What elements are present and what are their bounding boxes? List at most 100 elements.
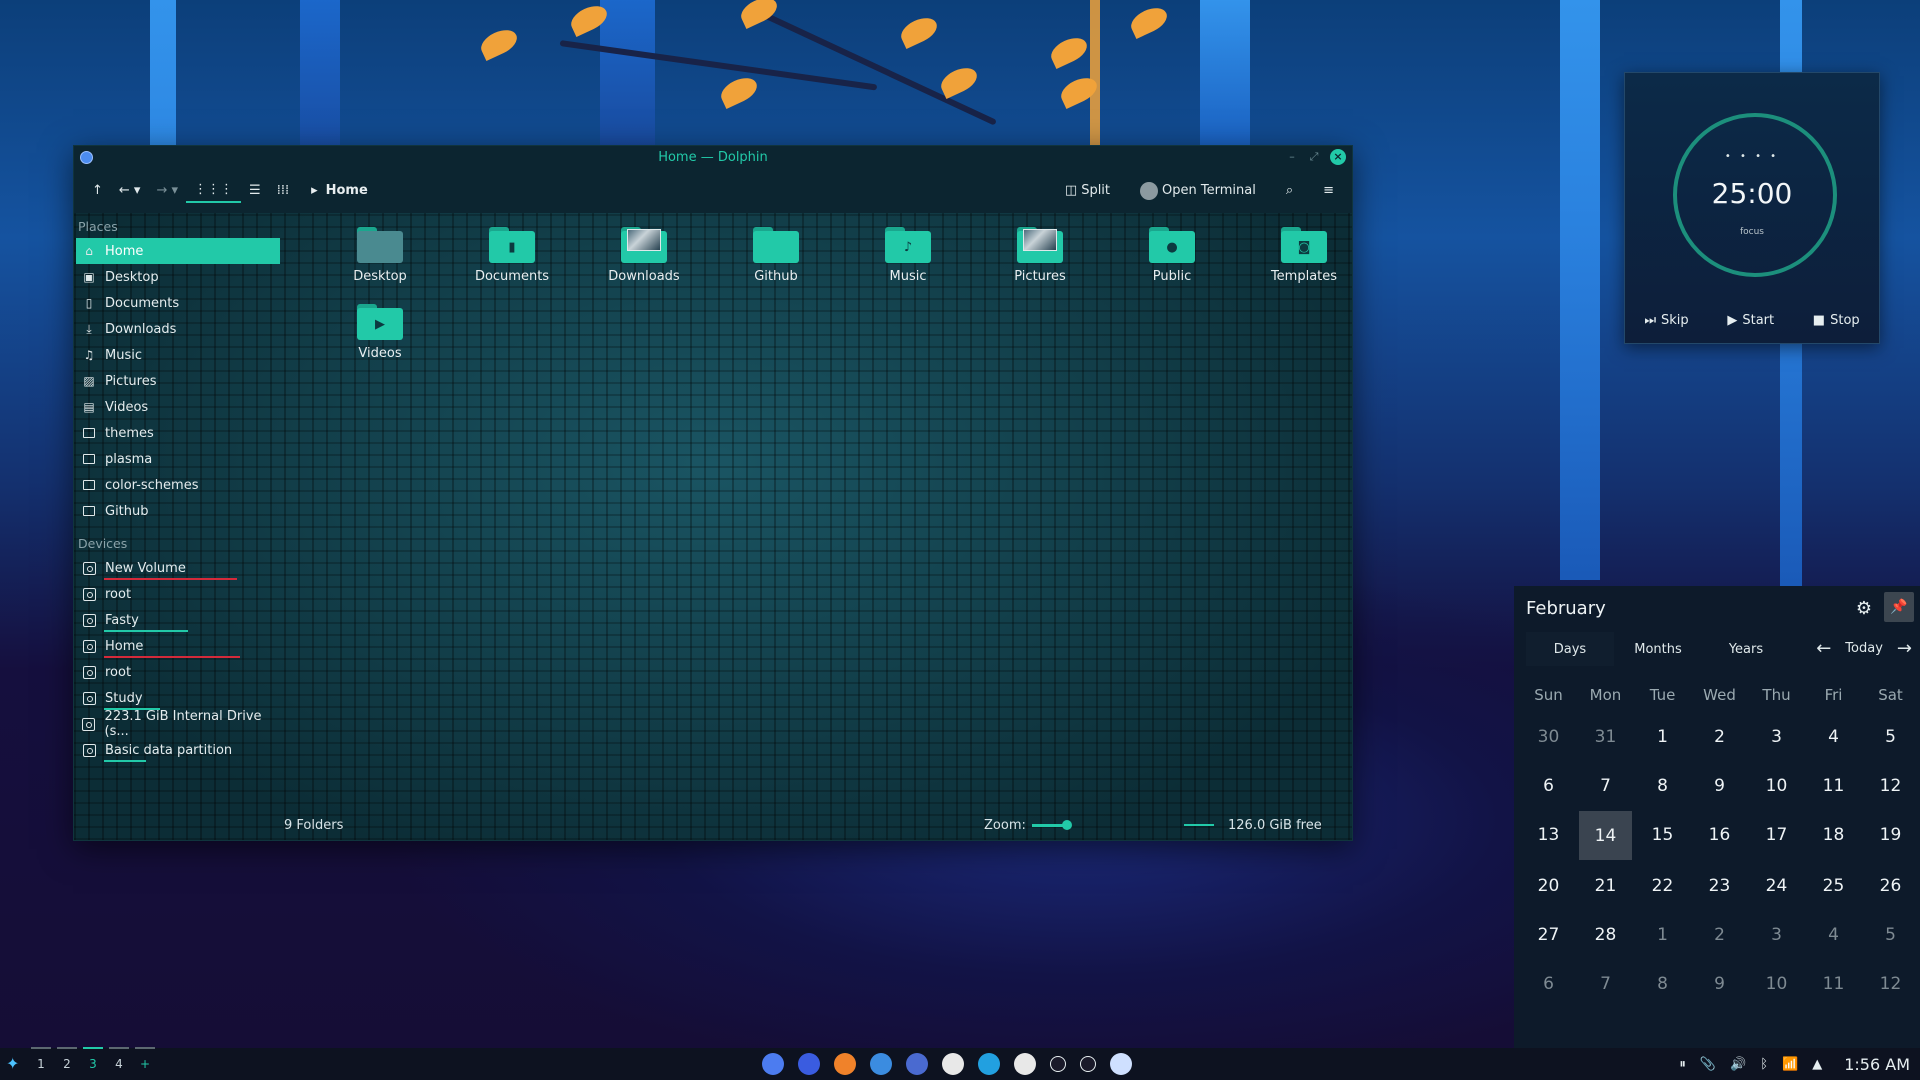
tab-months[interactable]: Months xyxy=(1614,632,1702,666)
folder-item[interactable]: ● Public xyxy=(1106,227,1238,284)
sidebar-item-plasma[interactable]: plasma xyxy=(74,446,284,472)
calendar-day[interactable]: 31 xyxy=(1577,712,1634,761)
calendar-day[interactable]: 16 xyxy=(1691,810,1748,859)
calendar-day[interactable]: 3 xyxy=(1748,910,1805,959)
calendar-day[interactable]: 25 xyxy=(1805,861,1862,910)
breadcrumb[interactable]: ▸ Home xyxy=(311,183,368,198)
skip-button[interactable]: ⏭ Skip xyxy=(1644,313,1688,328)
sidebar-item-desktop[interactable]: ▣ Desktop xyxy=(74,264,284,290)
device-item[interactable]: root xyxy=(74,659,284,685)
pause-icon[interactable]: ⏸ xyxy=(1679,1057,1686,1072)
calendar-day[interactable]: 15 xyxy=(1634,810,1691,859)
details-view-icon[interactable]: ☰ xyxy=(241,179,269,202)
folder-item[interactable]: Pictures xyxy=(974,227,1106,284)
paperclip-icon[interactable]: 📎 xyxy=(1700,1057,1716,1072)
sidebar-item-music[interactable]: ♫ Music xyxy=(74,342,284,368)
add-desktop-button[interactable]: + xyxy=(135,1047,155,1071)
breadcrumb-home[interactable]: Home xyxy=(326,183,368,198)
calendar-day[interactable]: 12 xyxy=(1862,761,1919,810)
device-item[interactable]: New Volume xyxy=(74,555,284,581)
virtual-desktop-2[interactable]: 2 xyxy=(57,1047,77,1071)
obs-icon[interactable] xyxy=(1014,1053,1036,1075)
device-item[interactable]: Fasty xyxy=(74,607,284,633)
calendar-day[interactable]: 10 xyxy=(1748,959,1805,1008)
bluetooth-icon[interactable]: ᛒ xyxy=(1760,1057,1768,1072)
calendar-day[interactable]: 28 xyxy=(1577,910,1634,959)
previous-arrow-icon[interactable]: ← xyxy=(1816,638,1831,659)
folder-item[interactable]: ▶ Videos xyxy=(314,304,446,361)
chrome-icon[interactable] xyxy=(906,1053,928,1075)
calendar-day[interactable]: 23 xyxy=(1691,861,1748,910)
folder-item[interactable]: Desktop xyxy=(314,227,446,284)
sidebar-item-github[interactable]: Github xyxy=(74,498,284,524)
calendar-day[interactable]: 11 xyxy=(1805,761,1862,810)
tab-days[interactable]: Days xyxy=(1526,632,1614,666)
dolphin-window[interactable]: Home — Dolphin – ⤢ × ↑ ← ▾ → ▾ ⋮⋮⋮ ☰ ⁞⁞⁞… xyxy=(73,145,1353,841)
zoom-slider[interactable] xyxy=(1031,819,1072,830)
minimize-icon[interactable]: – xyxy=(1284,149,1300,165)
dolphin-icon[interactable] xyxy=(870,1053,892,1075)
search-icon[interactable]: ⌕ xyxy=(1278,179,1301,202)
device-item[interactable]: root xyxy=(74,581,284,607)
volume-icon[interactable]: 🔊 xyxy=(1730,1057,1746,1072)
zoom-slider-handle[interactable] xyxy=(1061,819,1072,830)
calendar-day-today[interactable]: 14 xyxy=(1579,811,1632,860)
calendar-day[interactable]: 1 xyxy=(1634,712,1691,761)
split-button[interactable]: ◫ Split xyxy=(1057,179,1118,202)
virtual-desktop-4[interactable]: 4 xyxy=(109,1047,129,1071)
open-terminal-button[interactable]: Open Terminal xyxy=(1132,178,1264,204)
calendar-day[interactable]: 26 xyxy=(1862,861,1919,910)
calendar-day[interactable]: 21 xyxy=(1577,861,1634,910)
calendar-day[interactable]: 4 xyxy=(1805,910,1862,959)
calendar-day[interactable]: 8 xyxy=(1634,959,1691,1008)
calendar-day[interactable]: 22 xyxy=(1634,861,1691,910)
forward-button[interactable]: → ▾ xyxy=(148,179,186,202)
sidebar-item-pictures[interactable]: ▨ Pictures xyxy=(74,368,284,394)
next-arrow-icon[interactable]: → xyxy=(1897,638,1912,659)
tray-expand-icon[interactable]: ▲ xyxy=(1812,1057,1822,1072)
sidebar-item-documents[interactable]: ▯ Documents xyxy=(74,290,284,316)
start-button[interactable]: ▶ Start xyxy=(1727,313,1774,328)
sidebar-item-home[interactable]: ⌂ Home xyxy=(76,238,280,264)
virtual-desktop-1[interactable]: 1 xyxy=(31,1047,51,1071)
vscode-icon[interactable] xyxy=(978,1053,1000,1075)
close-icon[interactable]: × xyxy=(1330,149,1346,165)
folder-item[interactable]: ▮ Documents xyxy=(446,227,578,284)
wifi-icon[interactable]: 📶 xyxy=(1782,1057,1798,1072)
today-button[interactable]: Today xyxy=(1845,641,1883,656)
calendar-day[interactable]: 6 xyxy=(1520,761,1577,810)
calendar-day[interactable]: 11 xyxy=(1805,959,1862,1008)
calendar-day[interactable]: 7 xyxy=(1577,959,1634,1008)
folder-item[interactable]: ♪ Music xyxy=(842,227,974,284)
folder-item[interactable]: Downloads xyxy=(578,227,710,284)
calendar-day[interactable]: 17 xyxy=(1748,810,1805,859)
calendar-day[interactable]: 27 xyxy=(1520,910,1577,959)
folder-item[interactable]: Github xyxy=(710,227,842,284)
circle-icon[interactable] xyxy=(1080,1056,1096,1072)
calendar-day[interactable]: 5 xyxy=(1862,910,1919,959)
calendar-day[interactable]: 12 xyxy=(1862,959,1919,1008)
maximize-icon[interactable]: ⤢ xyxy=(1306,149,1322,165)
clock[interactable]: 1:56 AM xyxy=(1844,1055,1910,1074)
calendar-day[interactable]: 6 xyxy=(1520,959,1577,1008)
calendar-day[interactable]: 13 xyxy=(1520,810,1577,859)
github-icon[interactable] xyxy=(942,1053,964,1075)
device-item[interactable]: 223.1 GiB Internal Drive (s... xyxy=(74,709,284,739)
zoom-control[interactable]: Zoom: xyxy=(984,818,1072,833)
folder-item[interactable]: ◙ Templates xyxy=(1238,227,1370,284)
calendar-day[interactable]: 18 xyxy=(1805,810,1862,859)
calendar-day[interactable]: 24 xyxy=(1748,861,1805,910)
virtual-desktop-3[interactable]: 3 xyxy=(83,1047,103,1071)
title-bar[interactable]: Home — Dolphin – ⤢ × xyxy=(74,146,1352,168)
calendar-day[interactable]: 30 xyxy=(1520,712,1577,761)
mail-icon[interactable] xyxy=(798,1053,820,1075)
icons-view-icon[interactable]: ⋮⋮⋮ xyxy=(186,178,242,203)
calendar-day[interactable]: 8 xyxy=(1634,761,1691,810)
stop-button[interactable]: ■ Stop xyxy=(1813,313,1860,328)
cloud-icon[interactable] xyxy=(1110,1053,1132,1075)
calendar-day[interactable]: 9 xyxy=(1691,761,1748,810)
calendar-day[interactable]: 2 xyxy=(1691,712,1748,761)
calendar-day[interactable]: 2 xyxy=(1691,910,1748,959)
device-item[interactable]: Home xyxy=(74,633,284,659)
gear-icon[interactable]: ⚙ xyxy=(1856,598,1872,619)
